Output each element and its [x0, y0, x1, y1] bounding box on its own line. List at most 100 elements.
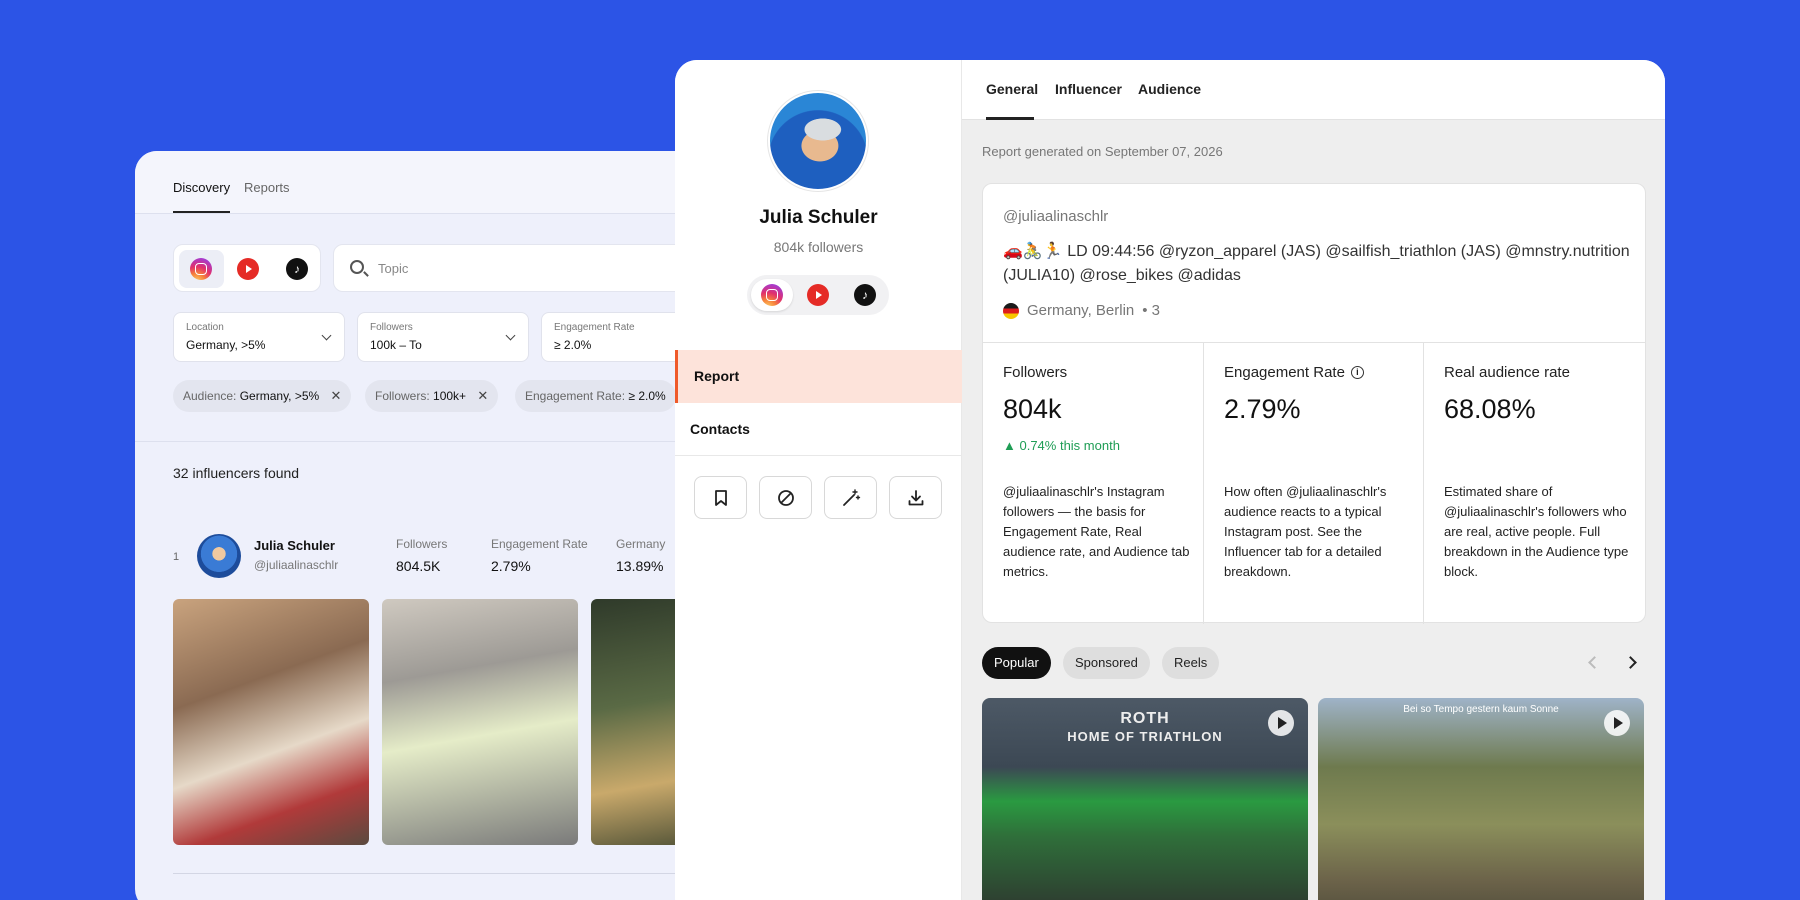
location-filter[interactable]: Location Germany, >5% [173, 312, 345, 362]
followers-filter[interactable]: Followers 100k – To [357, 312, 529, 362]
filter-value: Germany, >5% [186, 338, 266, 352]
result-handle: @juliaalinaschlr [254, 558, 339, 572]
avatar[interactable] [197, 534, 241, 578]
result-rank: 1 [173, 551, 180, 563]
nav-item-report[interactable]: Report [675, 350, 962, 403]
germany-flag-icon [1003, 302, 1019, 319]
stat-followers: Followers 804k ▲ 0.74% this month @julia… [983, 342, 1203, 624]
report-content: General Influencer Audience Report gener… [962, 60, 1665, 900]
stat-value: 2.79% [1224, 394, 1301, 424]
instagram-icon[interactable] [761, 284, 783, 306]
stat-description: Estimated share of @juliaalinaschlr's fo… [1444, 484, 1629, 579]
stat-label: Engagement Rate [1224, 364, 1345, 381]
chevron-down-icon [321, 330, 332, 341]
metric-value: 2.79% [491, 558, 531, 574]
tiktok-icon[interactable]: ♪ [854, 284, 876, 306]
bookmark-button[interactable] [694, 476, 747, 519]
metric-value: 804.5K [396, 558, 441, 574]
chip-label: Followers: [375, 389, 430, 403]
result-name[interactable]: Julia Schuler [254, 538, 335, 553]
tab-influencer[interactable]: Influencer [1055, 81, 1122, 97]
download-button[interactable] [889, 476, 942, 519]
avatar [768, 91, 868, 191]
magic-button[interactable] [824, 476, 877, 519]
stat-engagement-rate: Engagement Rate i 2.79% How often @julia… [1203, 342, 1423, 624]
bookmark-icon [714, 489, 727, 506]
tab-audience[interactable]: Audience [1138, 81, 1201, 97]
stat-delta: ▲ 0.74% this month [1003, 438, 1120, 453]
profile-location: Germany, Berlin • 3 [1003, 302, 1160, 319]
media-overlay-text: ROTH HOME OF TRIATHLON [982, 710, 1308, 746]
stat-real-audience-rate: Real audience rate 68.08% Estimated shar… [1423, 342, 1643, 624]
stat-description: How often @juliaalinaschlr's audience re… [1224, 484, 1387, 579]
active-tab-underline [173, 211, 230, 213]
magic-wand-icon [842, 488, 860, 506]
active-filter-chip[interactable]: Audience: Germany, >5% ✕ [173, 380, 352, 412]
stat-label-row: Engagement Rate i [1224, 364, 1364, 381]
tab-general[interactable]: General [986, 81, 1038, 97]
tiktok-icon[interactable]: ♪ [286, 258, 308, 280]
chevron-right-icon[interactable] [1624, 656, 1637, 669]
chevron-left-icon[interactable] [1588, 656, 1601, 669]
location-extra: • 3 [1142, 302, 1161, 319]
profile-name: Julia Schuler [759, 207, 878, 228]
youtube-icon[interactable] [237, 258, 259, 280]
youtube-icon[interactable] [807, 284, 829, 306]
stat-description: @juliaalinaschlr's Instagram followers —… [1003, 484, 1190, 579]
stat-label: Followers [1003, 364, 1068, 381]
search-icon [350, 260, 364, 274]
media-subtitle: HOME OF TRIATHLON [1067, 729, 1223, 744]
info-icon[interactable]: i [1350, 366, 1364, 379]
active-tab-underline [986, 117, 1034, 120]
media-caption: Bei so Tempo gestern kaum Sonne [1403, 704, 1559, 715]
report-generated-date: Report generated on September 07, 2026 [982, 144, 1223, 159]
media-title: ROTH [1120, 710, 1170, 727]
media-card[interactable]: ROTH HOME OF TRIATHLON [982, 698, 1308, 900]
metric-label: Germany [616, 537, 666, 551]
play-icon[interactable] [1604, 710, 1630, 736]
nav-item-contacts[interactable]: Contacts [675, 403, 962, 456]
stat-value: 804k [1003, 394, 1062, 424]
play-icon[interactable] [1268, 710, 1294, 736]
post-thumbnail[interactable] [382, 599, 578, 845]
post-thumbnail[interactable] [173, 599, 369, 845]
profile-sidebar: Julia Schuler 804k followers ♪ Report Co… [675, 60, 962, 900]
tab-discovery[interactable]: Discovery [173, 180, 230, 195]
close-icon[interactable]: ✕ [477, 380, 488, 412]
instagram-icon[interactable] [190, 258, 212, 280]
content-tab-reels[interactable]: Reels [1162, 647, 1220, 679]
chip-value: ≥ 2.0% [628, 389, 666, 403]
profile-handle: @juliaalinaschlr [1003, 208, 1109, 225]
location-text: Germany, Berlin [1027, 302, 1135, 319]
block-button[interactable] [759, 476, 812, 519]
media-card[interactable]: Bei so Tempo gestern kaum Sonne [1318, 698, 1644, 900]
active-filter-chip[interactable]: Engagement Rate: ≥ 2.0% [515, 380, 676, 412]
stat-value: 68.08% [1444, 394, 1536, 424]
tab-reports[interactable]: Reports [244, 180, 290, 195]
chip-label: Engagement Rate: [525, 389, 626, 403]
filter-label: Location [186, 322, 224, 333]
download-icon [908, 489, 923, 505]
profile-summary-card: @juliaalinaschlr 🚗🚴🏃 LD 09:44:56 @ryzon_… [982, 183, 1646, 624]
chip-value: 100k+ [433, 389, 467, 403]
content-tab-popular[interactable]: Popular [982, 647, 1051, 679]
report-tab-bar: General Influencer Audience [962, 60, 1665, 120]
active-filter-chip[interactable]: Followers: 100k+ ✕ [365, 380, 499, 412]
chip-label: Audience: [183, 389, 237, 403]
block-icon [777, 489, 794, 506]
profile-followers: 804k followers [773, 239, 864, 255]
search-placeholder: Topic [378, 261, 409, 276]
filter-value: ≥ 2.0% [554, 338, 592, 352]
chevron-down-icon [505, 330, 516, 341]
metric-label: Engagement Rate [491, 537, 588, 551]
close-icon[interactable]: ✕ [331, 380, 342, 412]
filter-label: Followers [370, 322, 413, 333]
results-count: 32 influencers found [173, 465, 300, 481]
platform-selector: ♪ [173, 244, 321, 292]
filter-label: Engagement Rate [554, 322, 635, 333]
stat-label: Real audience rate [1444, 364, 1570, 381]
metric-value: 13.89% [616, 558, 664, 574]
content-tab-sponsored[interactable]: Sponsored [1063, 647, 1150, 679]
report-window: Julia Schuler 804k followers ♪ Report Co… [675, 60, 1665, 900]
chip-value: Germany, >5% [239, 389, 320, 403]
